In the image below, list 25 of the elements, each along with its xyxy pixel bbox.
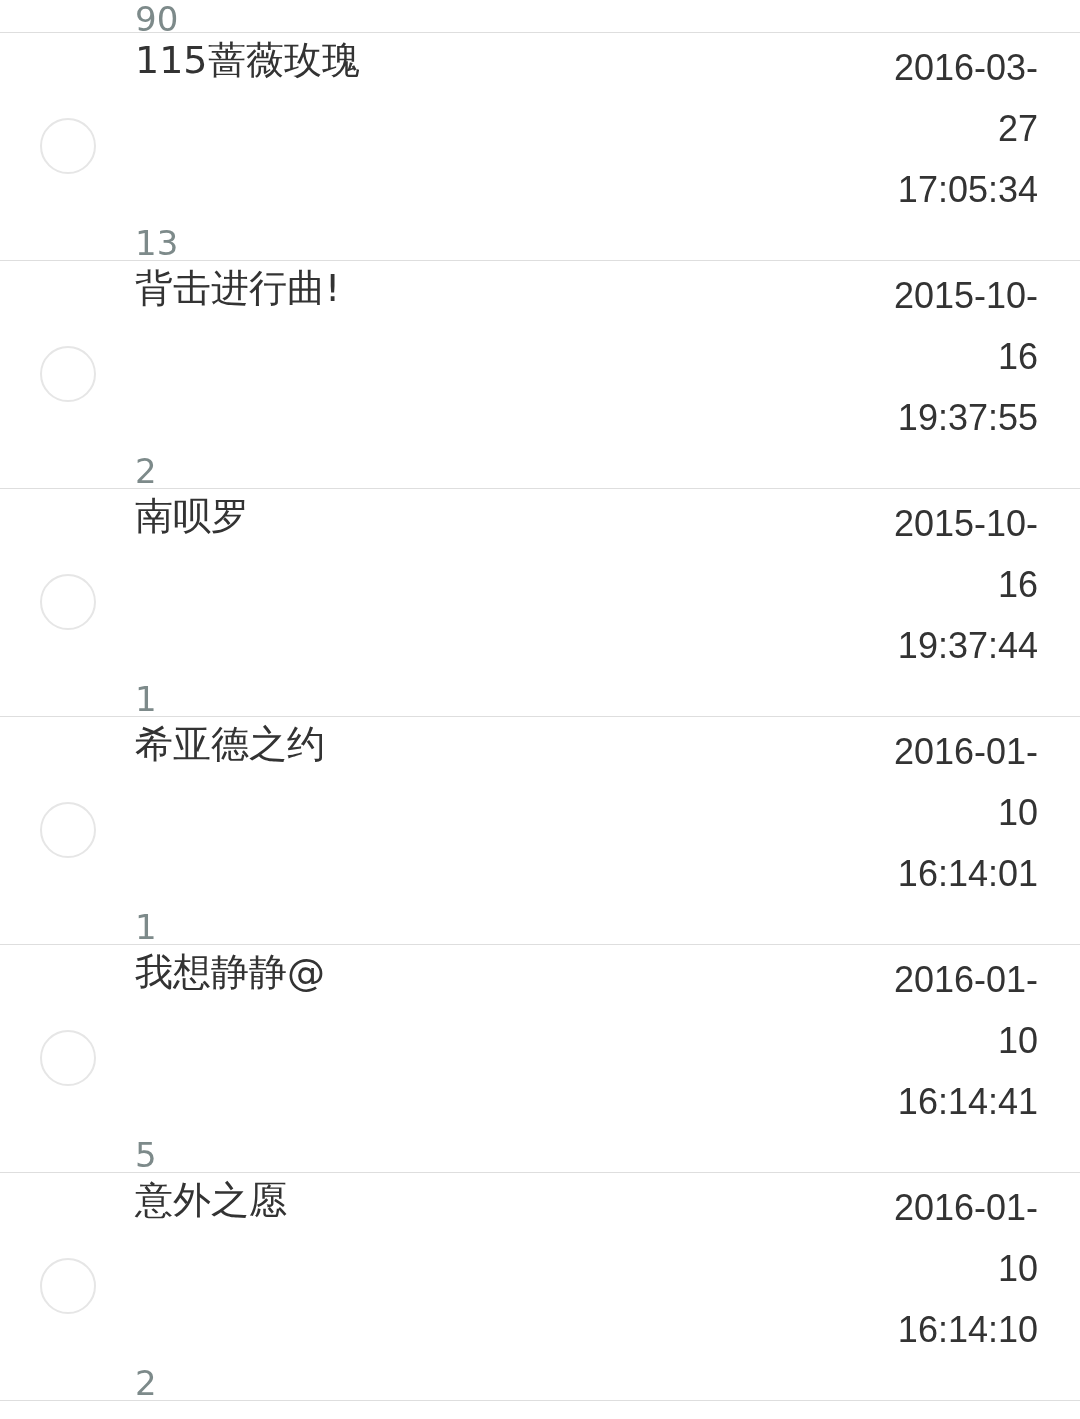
song-title: 背击进行曲! [135,265,341,312]
radio-button[interactable] [39,573,96,630]
song-title: 我想静静@ [135,949,325,996]
play-count: 90 [135,0,179,32]
radio-button[interactable] [39,117,96,174]
date-time: 2016-01-10 16:14:01 [892,730,1038,896]
date-time: 2015-10-16 19:37:55 [892,274,1038,440]
play-count: 5 [135,1136,157,1174]
song-title: 意外之愿 [135,1177,287,1224]
play-count: 2 [135,452,157,490]
play-count: 13 [135,224,179,262]
radio-button[interactable] [39,801,96,858]
play-count: 2 [135,1364,157,1402]
play-count: 1 [135,680,157,718]
play-count: 1 [135,908,157,946]
radio-button[interactable] [39,1257,96,1314]
song-title: 南呗罗 [135,493,249,540]
song-title: 115蔷薇玫瑰 [135,37,360,84]
radio-button[interactable] [39,345,96,402]
radio-button[interactable] [39,1029,96,1086]
date-time: 2016-01-10 16:14:10 [892,1186,1038,1352]
date-time: 2016-01-10 16:14:41 [892,958,1038,1124]
date-time: 2016-03-27 17:05:34 [892,46,1038,212]
date-time: 2015-10-16 19:37:44 [892,502,1038,668]
song-title: 希亚德之约 [135,721,325,768]
